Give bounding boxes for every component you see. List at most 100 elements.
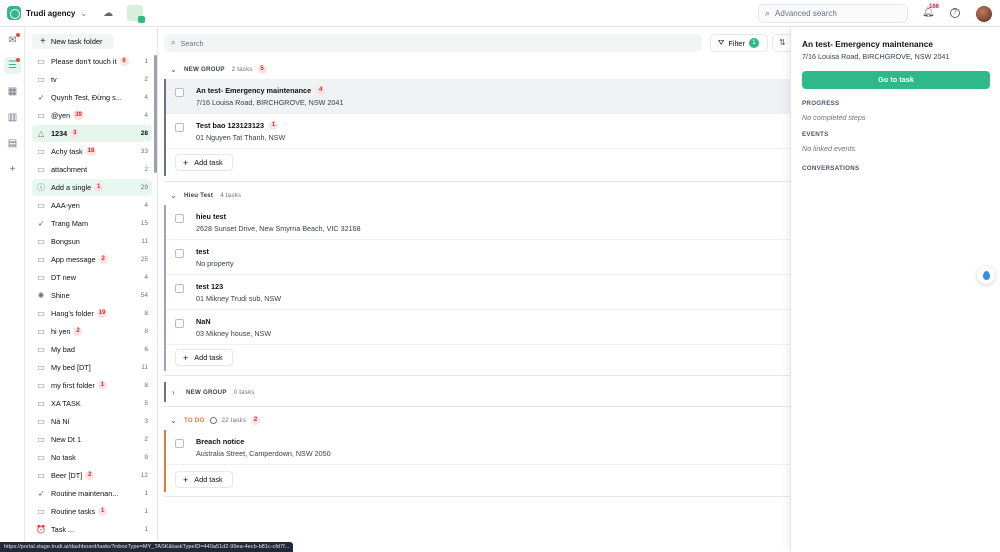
trudi-logo[interactable] <box>7 6 21 20</box>
sidebar-folder-item[interactable]: ▭ Achy task 18 33 <box>32 143 152 160</box>
sidebar-folder-item[interactable]: ➶ Quynh Test, Đừng s... 4 <box>32 89 152 106</box>
group-header[interactable]: ⌄ Hieu Test 4 tasks <box>170 189 241 201</box>
sidebar-folder-item[interactable]: ▭ Nà Ní 3 <box>32 413 152 430</box>
folder-unread-badge: 6 <box>119 57 129 66</box>
add-task-button[interactable]: + Add task <box>175 349 233 366</box>
advanced-search-input[interactable]: ⌕ Advanced search <box>758 4 908 23</box>
conversations-label[interactable]: CONVERSATIONS <box>802 165 859 172</box>
new-task-folder-button[interactable]: + New task folder <box>32 34 114 49</box>
folder-name: Task ... <box>51 525 75 534</box>
task-title: test 123 <box>196 282 224 291</box>
add-icon[interactable]: + <box>4 161 21 178</box>
group-name: NEW GROUP <box>184 65 225 73</box>
task-row[interactable]: hieu test 2628 Sunset Drive, New Smyrna … <box>166 205 790 240</box>
task-row[interactable]: Test bao 123123123 1 01 Nguyen Tat Thanh,… <box>166 114 790 149</box>
chevron-right-icon[interactable]: › <box>172 388 178 397</box>
task-checkbox[interactable] <box>175 319 184 328</box>
task-title: Breach notice <box>196 437 245 446</box>
calendar-icon[interactable]: ▦ <box>4 83 21 100</box>
add-task-button[interactable]: + Add task <box>175 154 233 171</box>
task-address: 03 Mikney house, NSW <box>196 329 272 338</box>
sidebar-folder-item[interactable]: ▭ New Dt 1 2 <box>32 431 152 448</box>
chevron-down-icon[interactable]: ⌄ <box>170 191 177 200</box>
group-header[interactable]: › NEW GROUP 0 tasks <box>172 386 255 398</box>
bell-icon: △ <box>37 129 45 138</box>
task-row[interactable]: test No property <box>166 240 790 275</box>
chevron-down-icon[interactable]: ⌄ <box>170 65 177 74</box>
sidebar-folder-item[interactable]: ▭ AAA-yen 4 <box>32 197 152 214</box>
folder-icon: ▭ <box>37 273 45 282</box>
group-header[interactable]: ⌄ TO DO 22 tasks 2 <box>170 414 261 426</box>
folder-name: Quynh Test, Đừng s... <box>51 93 122 102</box>
group-header[interactable]: ⌄ NEW GROUP 2 tasks 5 <box>170 63 267 75</box>
help-icon[interactable]: ? <box>950 8 960 18</box>
sidebar-folder-item[interactable]: ▭ Hang's folder 19 8 <box>32 305 152 322</box>
sidebar-scrollbar[interactable] <box>154 55 157 173</box>
folder-icon: ▭ <box>37 363 45 372</box>
folder-task-count: 2 <box>144 436 148 443</box>
group-task-count: 22 tasks <box>221 416 247 424</box>
sidebar-folder-item[interactable]: ⏰ Task ... 1 <box>32 521 152 538</box>
advanced-search-placeholder: Advanced search <box>775 9 837 18</box>
task-row[interactable]: An test- Emergency maintenance 4 7/16 Lou… <box>166 79 790 114</box>
add-task-button[interactable]: + Add task <box>175 471 233 488</box>
integration-status-icon[interactable] <box>127 5 146 23</box>
task-title: NaN <box>196 317 211 326</box>
filter-button[interactable]: ⛛ Filter 1 <box>710 34 768 52</box>
group-task-count: 4 tasks <box>220 191 242 199</box>
sidebar-folder-item[interactable]: ▭ tv 2 <box>32 71 152 88</box>
sidebar-folder-item[interactable]: ⓘ Add a single 1 29 <box>32 179 152 196</box>
task-title: Test bao 123123123 <box>196 121 265 130</box>
sidebar-folder-item[interactable]: ▭ My bed [DT] 11 <box>32 359 152 376</box>
top-bar: Trudi agency ⌄ ☁ ⌕ Advanced search 🔔︎ 16… <box>0 0 1000 27</box>
sidebar-folder-item[interactable]: ▭ my first folder 1 8 <box>32 377 152 394</box>
sidebar-folder-item[interactable]: ▭ My bad 6 <box>32 341 152 358</box>
task-checkbox[interactable] <box>175 439 184 448</box>
agency-name[interactable]: Trudi agency <box>26 9 75 18</box>
task-row[interactable]: Breach notice Australia Street, Camperdo… <box>166 430 790 465</box>
folder-task-count: 15 <box>140 220 148 227</box>
building-icon[interactable]: ▥ <box>4 109 21 126</box>
sidebar-folder-item[interactable]: ▭ Routine tasks 1 1 <box>32 503 152 520</box>
folder-name: my first folder <box>51 381 95 390</box>
task-checkbox[interactable] <box>175 123 184 132</box>
sidebar-folder-item[interactable]: ▭ attachment 2 <box>32 161 152 178</box>
sidebar-folder-item[interactable]: △ 1234 3 28 <box>32 125 152 142</box>
sidebar-folder-item[interactable]: ▭ hi yen 2 8 <box>32 323 152 340</box>
task-checkbox[interactable] <box>175 249 184 258</box>
task-checkbox[interactable] <box>175 88 184 97</box>
tasks-icon[interactable]: ☰ <box>4 57 21 74</box>
insights-icon[interactable]: ▤ <box>4 135 21 152</box>
notification-count: 166 <box>929 4 940 10</box>
avatar[interactable] <box>976 6 992 22</box>
sidebar-folder-item[interactable]: ▭ Please don't touch it 6 1 <box>32 53 152 70</box>
task-row[interactable]: test 123 01 Mikney Trudi sub, NSW <box>166 275 790 310</box>
task-address: 2628 Sunset Drive, New Smyrna Beach, VIC… <box>196 224 361 233</box>
sidebar-folder-item[interactable]: ➶ Trang Mam 15 <box>32 215 152 232</box>
task-search-input[interactable]: ⌕ Search <box>164 34 702 52</box>
sidebar-folder-item[interactable]: ▭ No task 9 <box>32 449 152 466</box>
go-to-task-button[interactable]: Go to task <box>802 71 990 89</box>
sidebar-folder-item[interactable]: ▭ XA TASK 5 <box>32 395 152 412</box>
task-checkbox[interactable] <box>175 284 184 293</box>
folder-icon: ▭ <box>37 327 45 336</box>
chevron-down-icon[interactable]: ⌄ <box>80 9 87 18</box>
sidebar-folder-item[interactable]: ➶ Routine maintenan... 1 <box>32 485 152 502</box>
task-checkbox[interactable] <box>175 214 184 223</box>
folder-task-count: 1 <box>144 526 148 533</box>
assistant-bubble-icon[interactable] <box>977 266 995 284</box>
inbox-icon[interactable]: ✉ <box>4 32 21 49</box>
chevron-down-icon[interactable]: ⌄ <box>170 416 177 425</box>
sidebar-folder-item[interactable]: ▭ DT new 4 <box>32 269 152 286</box>
sort-button[interactable]: ⇅ <box>772 34 790 52</box>
cloud-sync-icon[interactable]: ☁ <box>103 8 113 19</box>
sidebar-folder-item[interactable]: ▭ @yen 39 4 <box>32 107 152 124</box>
task-row[interactable]: NaN 03 Mikney house, NSW <box>166 310 790 345</box>
sidebar-folder-item[interactable]: ✺ Shine 54 <box>32 287 152 304</box>
sidebar-folder-item[interactable]: ▭ App message 2 25 <box>32 251 152 268</box>
folder-unread-badge: 1 <box>98 507 108 516</box>
group-divider <box>164 496 790 497</box>
sidebar-folder-item[interactable]: ▭ Beer [DT] 2 12 <box>32 467 152 484</box>
sidebar-folder-item[interactable]: ▭ Bongsun 11 <box>32 233 152 250</box>
panel-task-address: 7/16 Louisa Road, BIRCHGROVE, NSW 2041 <box>802 52 950 61</box>
